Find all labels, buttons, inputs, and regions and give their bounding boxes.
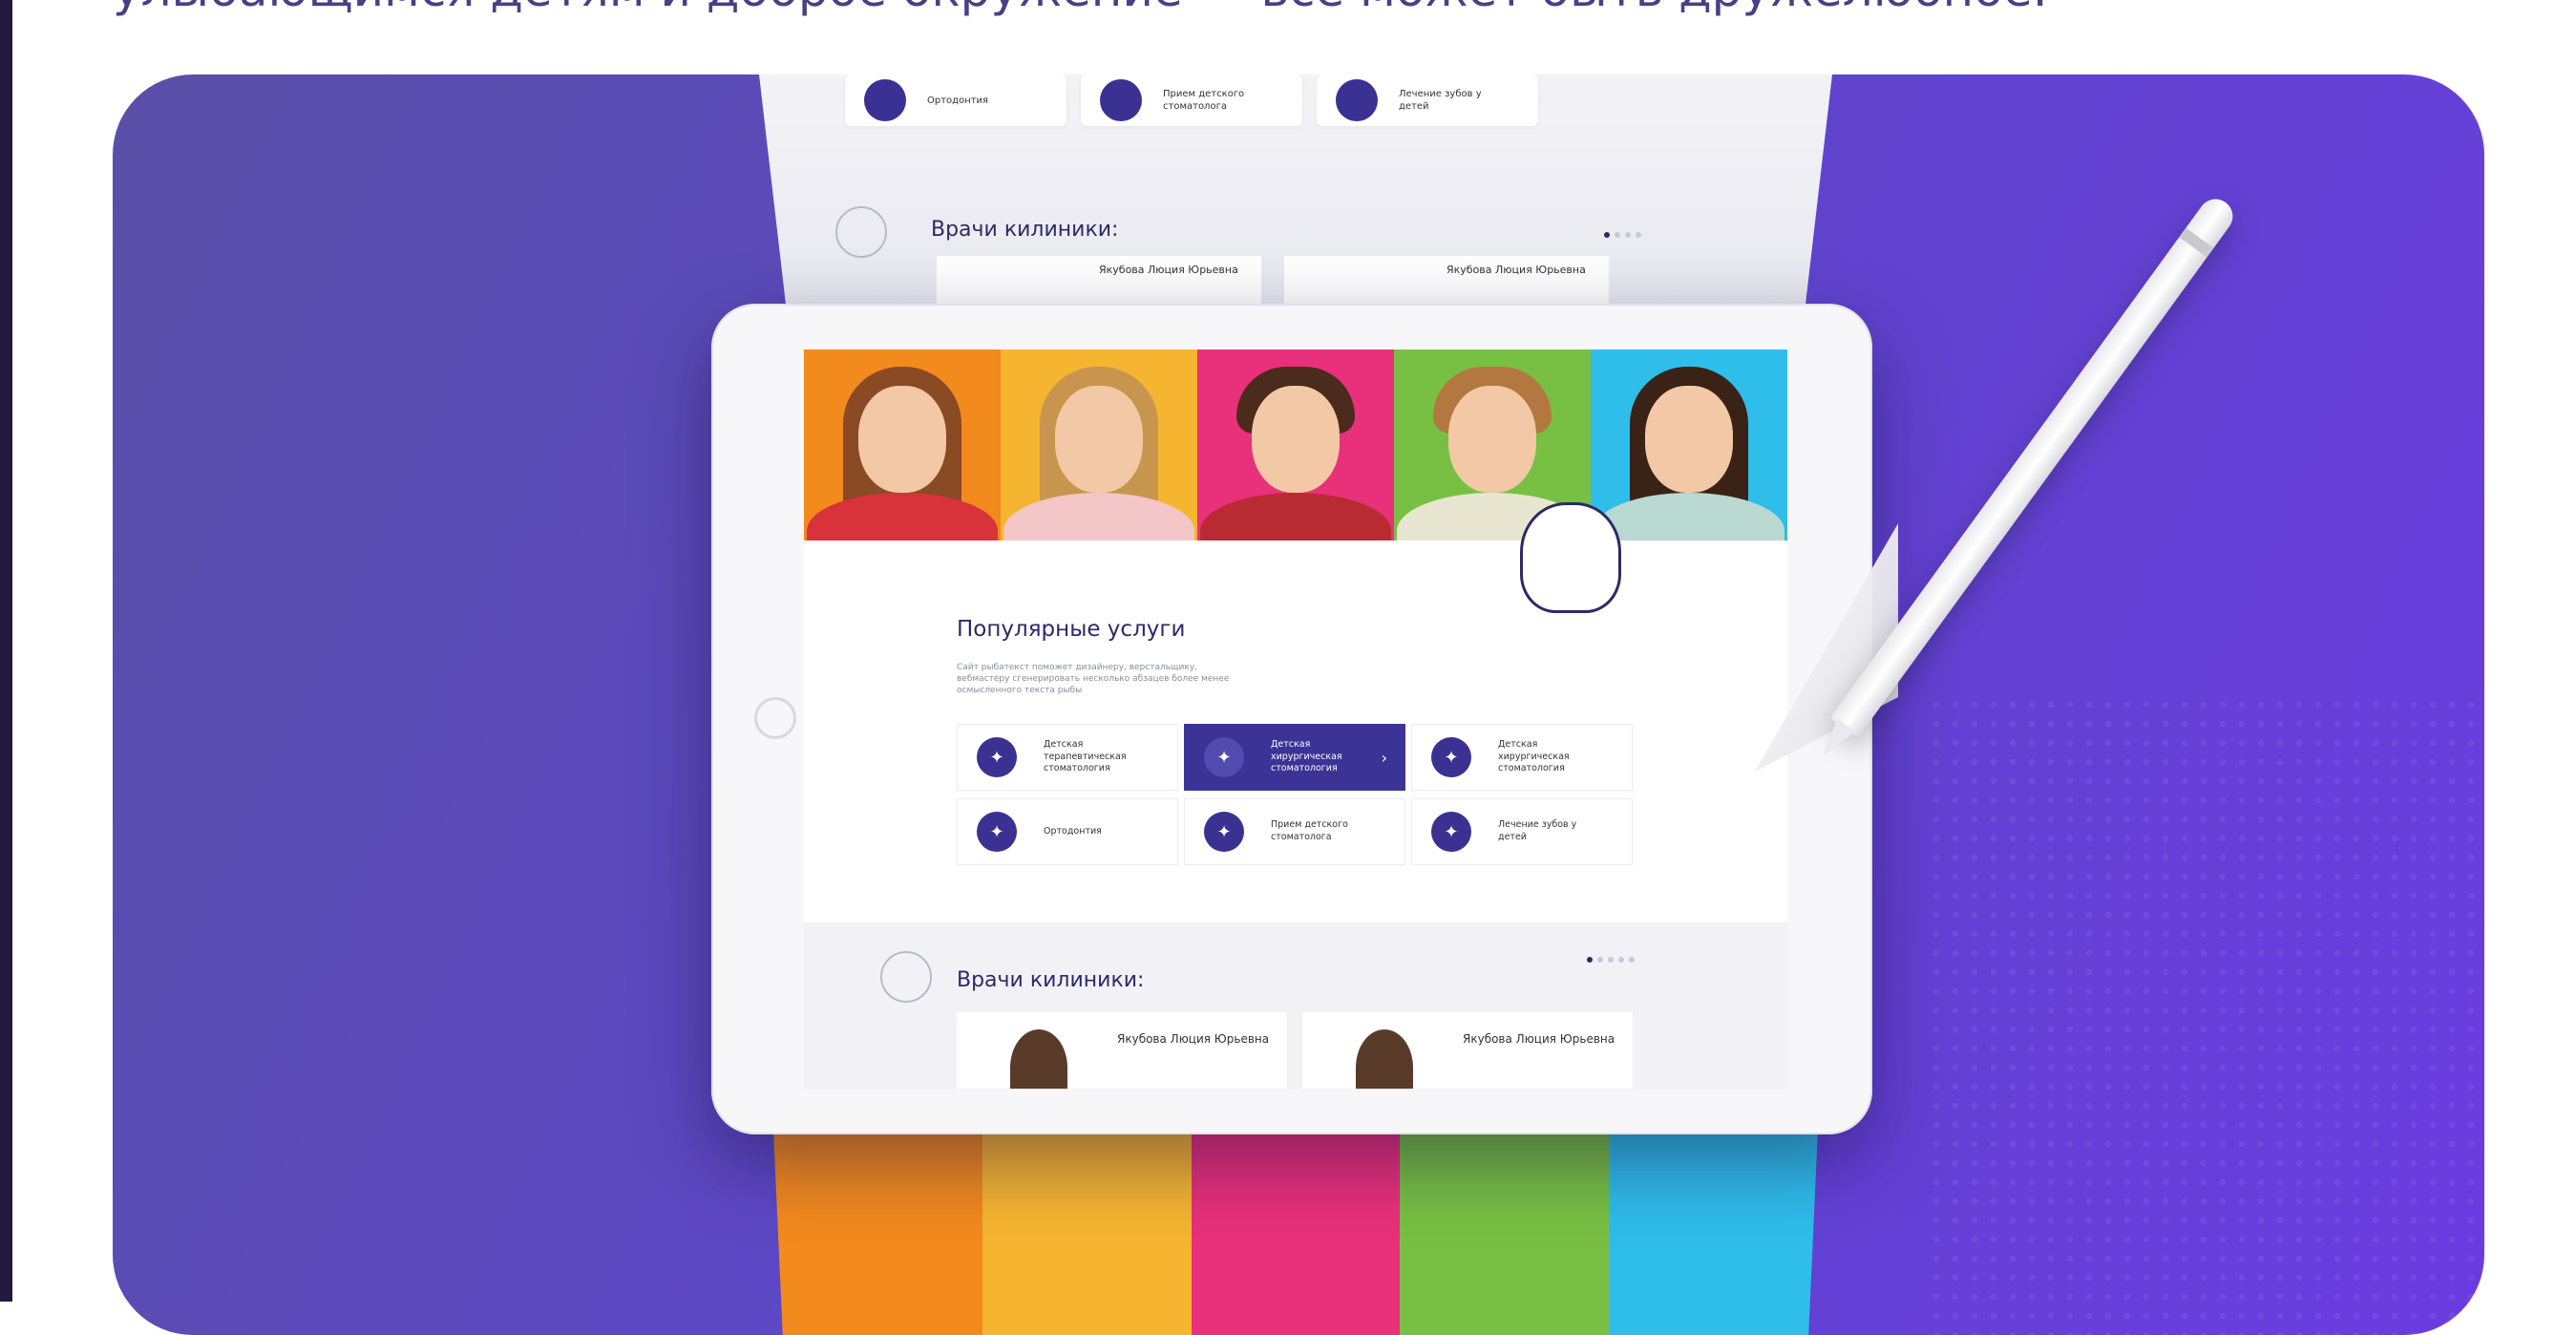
service-label: Лечение зубов у детей bbox=[1498, 819, 1577, 842]
photo-boy-glasses bbox=[1197, 350, 1394, 540]
back-pager[interactable] bbox=[1604, 232, 1641, 238]
left-edge-strip bbox=[0, 0, 12, 1302]
kids-photo-strip bbox=[804, 350, 1787, 540]
service-label: Детская терапевтическая стоматология bbox=[1044, 738, 1127, 774]
tooth-icon bbox=[1100, 79, 1142, 121]
service-card[interactable]: ✦ Лечение зубов у детей bbox=[1411, 798, 1633, 865]
photo-girl-3 bbox=[1591, 350, 1787, 540]
doctor-photo bbox=[1356, 1029, 1413, 1089]
back-service-card[interactable]: Лечение зубов у детей bbox=[1317, 74, 1538, 126]
back-service-label: Прием детского стоматолога bbox=[1163, 89, 1245, 112]
tablet-screen: Популярные услуги Сайт рыбатекст поможет… bbox=[804, 350, 1787, 1089]
service-card[interactable]: ✦ Прием детского стоматолога bbox=[1184, 798, 1405, 865]
back-doctor-name: Якубова Люция Юрьевна bbox=[1099, 264, 1238, 276]
back-service-card[interactable]: Ортодонтия bbox=[845, 74, 1066, 126]
back-doctors-title: Врачи килиники: bbox=[931, 218, 1119, 242]
photo-tile bbox=[773, 1130, 982, 1335]
tooth-icon: ✦ bbox=[1431, 737, 1471, 777]
intro-text: улыбающимся детям и доброе окружение — в… bbox=[113, 0, 2048, 17]
tablet-device: Популярные услуги Сайт рыбатекст поможет… bbox=[711, 304, 1872, 1134]
hero-banner: Ортодонтия Прием детского стоматолога Ле… bbox=[113, 74, 2484, 1335]
tooth-mascot-icon bbox=[1520, 502, 1621, 613]
sun-doodle-icon bbox=[880, 951, 932, 1003]
doctor-card[interactable]: Якубова Люция Юрьевна bbox=[1302, 1012, 1633, 1089]
home-button[interactable] bbox=[754, 697, 796, 739]
tooth-icon bbox=[1336, 79, 1378, 121]
tooth-icon: ✦ bbox=[977, 737, 1017, 777]
doctor-name: Якубова Люция Юрьевна bbox=[1463, 1032, 1615, 1046]
tooth-icon: ✦ bbox=[1431, 812, 1471, 852]
back-service-label: Лечение зубов у детей bbox=[1399, 89, 1482, 112]
tooth-icon: ✦ bbox=[1204, 737, 1244, 777]
stylus-pencil bbox=[1830, 192, 2240, 737]
doctor-card[interactable]: Якубова Люция Юрьевна bbox=[957, 1012, 1287, 1089]
back-page-bottom-photos bbox=[773, 1130, 1818, 1335]
photo-girl-2 bbox=[1001, 350, 1197, 540]
doctors-title: Врачи килиники: bbox=[957, 968, 1145, 992]
dot-pattern bbox=[1927, 695, 2484, 1335]
tooth-icon: ✦ bbox=[977, 812, 1017, 852]
doctor-name: Якубова Люция Юрьевна bbox=[1117, 1032, 1270, 1046]
back-doctor-name: Якубова Люция Юрьевна bbox=[1446, 264, 1586, 276]
back-service-card[interactable]: Прием детского стоматолога bbox=[1081, 74, 1302, 126]
service-card-active[interactable]: ✦ Детская хирургическая стоматология › bbox=[1184, 724, 1405, 791]
popular-services-description: Сайт рыбатекст поможет дизайнеру, верста… bbox=[957, 663, 1230, 696]
tooth-icon: ✦ bbox=[1204, 812, 1244, 852]
back-service-label: Ортодонтия bbox=[927, 95, 989, 106]
service-card[interactable]: ✦ Детская терапевтическая стоматология bbox=[957, 724, 1178, 791]
service-card[interactable]: ✦ Детская хирургическая стоматология bbox=[1411, 724, 1633, 791]
photo-tile bbox=[1191, 1130, 1401, 1335]
service-label: Прием детского стоматолога bbox=[1271, 819, 1348, 842]
service-label: Детская хирургическая стоматология bbox=[1271, 738, 1342, 774]
sun-doodle-icon bbox=[835, 206, 887, 258]
photo-tile bbox=[1609, 1130, 1818, 1335]
tooth-icon bbox=[864, 79, 906, 121]
doctors-pager[interactable] bbox=[1587, 957, 1635, 963]
doctors-section: Врачи килиники: Якубова Люция Юрьевна Як… bbox=[804, 922, 1787, 1089]
popular-services-title: Популярные услуги bbox=[957, 617, 1186, 642]
doctor-photo bbox=[1010, 1029, 1067, 1089]
service-label: Ортодонтия bbox=[1044, 825, 1102, 837]
photo-girl-1 bbox=[804, 350, 1001, 540]
photo-tile bbox=[1400, 1130, 1610, 1335]
service-label: Детская хирургическая стоматология bbox=[1498, 738, 1570, 774]
service-card[interactable]: ✦ Ортодонтия bbox=[957, 798, 1178, 865]
photo-tile bbox=[982, 1130, 1192, 1335]
chevron-right-icon: › bbox=[1381, 748, 1387, 767]
